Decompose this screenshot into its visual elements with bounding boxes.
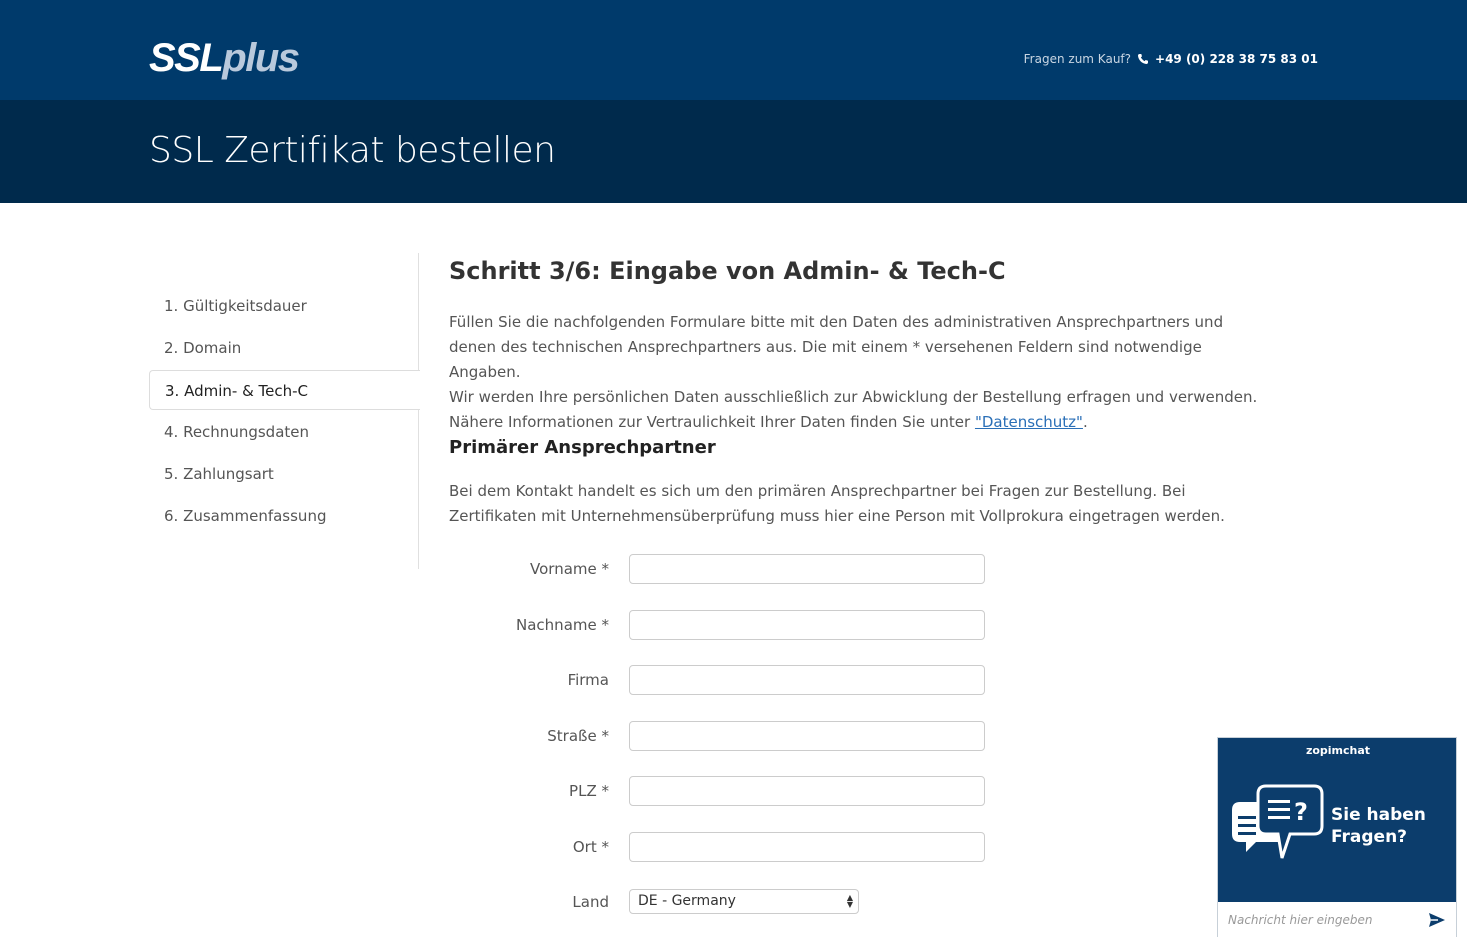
step-label: 1. Gültigkeitsdauer <box>164 297 307 315</box>
country-label: Land <box>572 893 609 911</box>
logo-plus: plus <box>222 36 300 80</box>
section-heading: Primärer Ansprechpartner <box>449 437 716 458</box>
street-label: Straße * <box>547 727 609 745</box>
phone-icon <box>1138 54 1149 64</box>
chat-question-line2: Fragen? <box>1331 827 1408 847</box>
intro-part1: Füllen Sie die nachfolgenden Formulare b… <box>449 313 1224 381</box>
intro-text: Füllen Sie die nachfolgenden Formulare b… <box>449 310 1269 435</box>
chat-input-bar[interactable]: Nachricht hier eingeben <box>1218 902 1456 937</box>
chat-question-line1: Sie haben <box>1331 805 1426 825</box>
phone-number[interactable]: +49 (0) 228 38 75 83 01 <box>1155 52 1318 66</box>
contact-info: Fragen zum Kauf? +49 (0) 228 38 75 83 01 <box>1024 52 1318 66</box>
page-title: SSL Zertifikat bestellen <box>149 130 556 171</box>
steps-sidebar: 1. Gültigkeitsdauer 2. Domain 3. Admin- … <box>149 253 420 569</box>
step-billing[interactable]: 4. Rechnungsdaten <box>149 412 419 452</box>
step-validity[interactable]: 1. Gültigkeitsdauer <box>149 286 419 326</box>
chat-message-input[interactable]: Nachricht hier eingeben <box>1228 913 1373 927</box>
zip-label: PLZ * <box>569 782 609 800</box>
chat-bubbles-icon: ? <box>1232 784 1324 859</box>
firstname-label: Vorname * <box>530 560 609 578</box>
zip-input[interactable] <box>629 776 985 806</box>
company-label: Firma <box>567 671 609 689</box>
lastname-input[interactable] <box>629 610 985 640</box>
intro-end: . <box>1082 413 1088 431</box>
step-domain[interactable]: 2. Domain <box>149 328 419 368</box>
section-description: Bei dem Kontakt handelt es sich um den p… <box>449 482 1225 525</box>
step-label: 4. Rechnungsdaten <box>164 423 309 441</box>
chat-widget[interactable]: zopimchat ? Sie haben Fragen? Nachricht … <box>1217 737 1457 937</box>
chat-brand-label: zopimchat <box>1305 744 1371 757</box>
top-header: SSLplus Fragen zum Kauf? +49 (0) 228 38 … <box>0 0 1467 100</box>
contact-label: Fragen zum Kauf? <box>1023 52 1132 66</box>
step-payment[interactable]: 5. Zahlungsart <box>149 454 419 494</box>
country-select[interactable]: DE - Germany ▲ ▼ <box>629 889 859 914</box>
step-heading: Schritt 3/6: Eingabe von Admin- & Tech-C <box>449 257 1006 285</box>
city-input[interactable] <box>629 832 985 862</box>
privacy-link[interactable]: "Datenschutz" <box>975 413 1083 431</box>
step-label: 6. Zusammenfassung <box>164 507 327 525</box>
step-label: 2. Domain <box>164 339 242 357</box>
svg-text:?: ? <box>1294 798 1308 826</box>
lastname-label: Nachname * <box>516 616 609 634</box>
country-selected-value: DE - Germany <box>638 893 736 909</box>
street-input[interactable] <box>629 721 985 751</box>
send-icon[interactable] <box>1428 911 1446 929</box>
company-input[interactable] <box>629 665 985 695</box>
firstname-input[interactable] <box>629 554 985 584</box>
logo-ssl: SSL <box>149 36 224 80</box>
step-admin-tech[interactable]: 3. Admin- & Tech-C <box>149 370 420 410</box>
select-arrows-icon: ▲ ▼ <box>846 893 853 909</box>
city-label: Ort * <box>572 838 609 856</box>
chat-question: Sie haben Fragen? <box>1331 804 1426 848</box>
step-summary[interactable]: 6. Zusammenfassung <box>149 496 419 536</box>
step-label: 3. Admin- & Tech-C <box>165 382 309 400</box>
sslplus-logo[interactable]: SSLplus <box>149 36 300 80</box>
step-label: 5. Zahlungsart <box>164 465 274 483</box>
intro-part2: Wir werden Ihre persönlichen Daten aussc… <box>449 388 1258 431</box>
